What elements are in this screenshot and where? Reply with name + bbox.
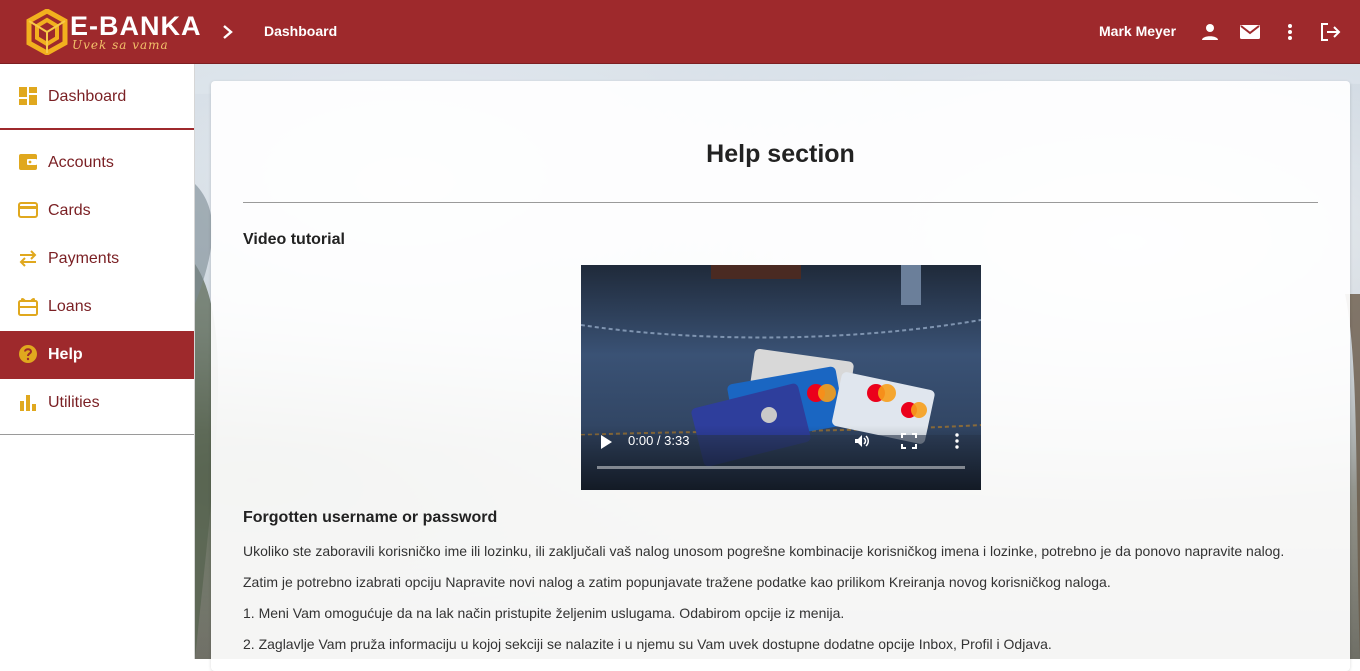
video-time: 0:00 / 3:33 bbox=[628, 433, 690, 448]
sidebar-item-label: Payments bbox=[48, 250, 120, 267]
chevron-right-icon bbox=[223, 25, 233, 39]
mail-icon[interactable] bbox=[1238, 20, 1262, 44]
sidebar-item-utilities[interactable]: Utilities bbox=[0, 379, 194, 427]
user-name[interactable]: Mark Meyer bbox=[1099, 22, 1176, 40]
top-app-bar: E-BANKA Uvek sa vama Dashboard Mark Meye… bbox=[0, 0, 1360, 64]
sidebar-item-accounts[interactable]: Accounts bbox=[0, 139, 194, 187]
more-vert-icon[interactable] bbox=[1278, 20, 1302, 44]
video-tutorial-heading: Video tutorial bbox=[243, 231, 345, 248]
play-icon[interactable] bbox=[599, 434, 613, 450]
help-paragraph: 2. Zaglavlje Vam pruža informaciju u koj… bbox=[243, 636, 1052, 652]
sidebar-item-label: Loans bbox=[48, 298, 92, 315]
sidebar-item-help[interactable]: Help bbox=[0, 331, 194, 379]
forgotten-credentials-heading: Forgotten username or password bbox=[243, 509, 498, 526]
sidebar-item-loans[interactable]: Loans bbox=[0, 283, 194, 331]
help-paragraph: Zatim je potrebno izabrati opciju Naprav… bbox=[243, 574, 1111, 590]
sidebar-item-label: Help bbox=[48, 346, 83, 363]
logout-icon[interactable] bbox=[1318, 20, 1342, 44]
brand-logo-icon bbox=[26, 9, 68, 55]
credit-card-icon bbox=[18, 202, 38, 218]
video-player[interactable]: 0:00 / 3:33 bbox=[581, 265, 981, 490]
brand-name: E-BANKA bbox=[70, 11, 202, 41]
fullscreen-icon[interactable] bbox=[901, 433, 917, 449]
page-title: Help section bbox=[706, 140, 855, 168]
brand-logo[interactable]: E-BANKA Uvek sa vama bbox=[26, 9, 202, 55]
sidebar-divider bbox=[0, 434, 194, 435]
sidebar-divider bbox=[0, 128, 194, 130]
help-card: Help section Video tutorial 0:00 / 3:33 … bbox=[211, 81, 1350, 671]
sidebar-item-label: Dashboard bbox=[48, 88, 127, 105]
sidebar-item-label: Cards bbox=[48, 202, 91, 219]
video-progress-bar[interactable] bbox=[597, 466, 965, 469]
user-icon[interactable] bbox=[1198, 20, 1222, 44]
gift-card-icon bbox=[18, 297, 38, 316]
help-circle-icon bbox=[19, 345, 37, 363]
dashboard-icon bbox=[19, 87, 37, 105]
video-more-icon[interactable] bbox=[951, 432, 963, 450]
swap-arrows-icon bbox=[19, 250, 37, 267]
sidebar-item-dashboard[interactable]: Dashboard bbox=[0, 73, 194, 121]
bar-chart-icon bbox=[20, 395, 36, 411]
sidebar-item-label: Accounts bbox=[48, 154, 114, 171]
help-paragraph: Ukoliko ste zaboravili korisničko ime il… bbox=[243, 543, 1285, 559]
brand-tagline: Uvek sa vama bbox=[72, 38, 169, 52]
sidebar-item-payments[interactable]: Payments bbox=[0, 235, 194, 283]
sidebar: Dashboard Accounts Cards Payments Loans bbox=[0, 64, 195, 659]
breadcrumb-current: Dashboard bbox=[264, 23, 338, 39]
help-paragraph: 1. Meni Vam omogućuje da na lak način pr… bbox=[243, 605, 845, 621]
sidebar-item-label: Utilities bbox=[48, 394, 100, 411]
volume-icon[interactable] bbox=[853, 432, 871, 450]
wallet-icon bbox=[19, 154, 37, 170]
sidebar-item-cards[interactable]: Cards bbox=[0, 187, 194, 235]
title-divider bbox=[243, 202, 1318, 203]
